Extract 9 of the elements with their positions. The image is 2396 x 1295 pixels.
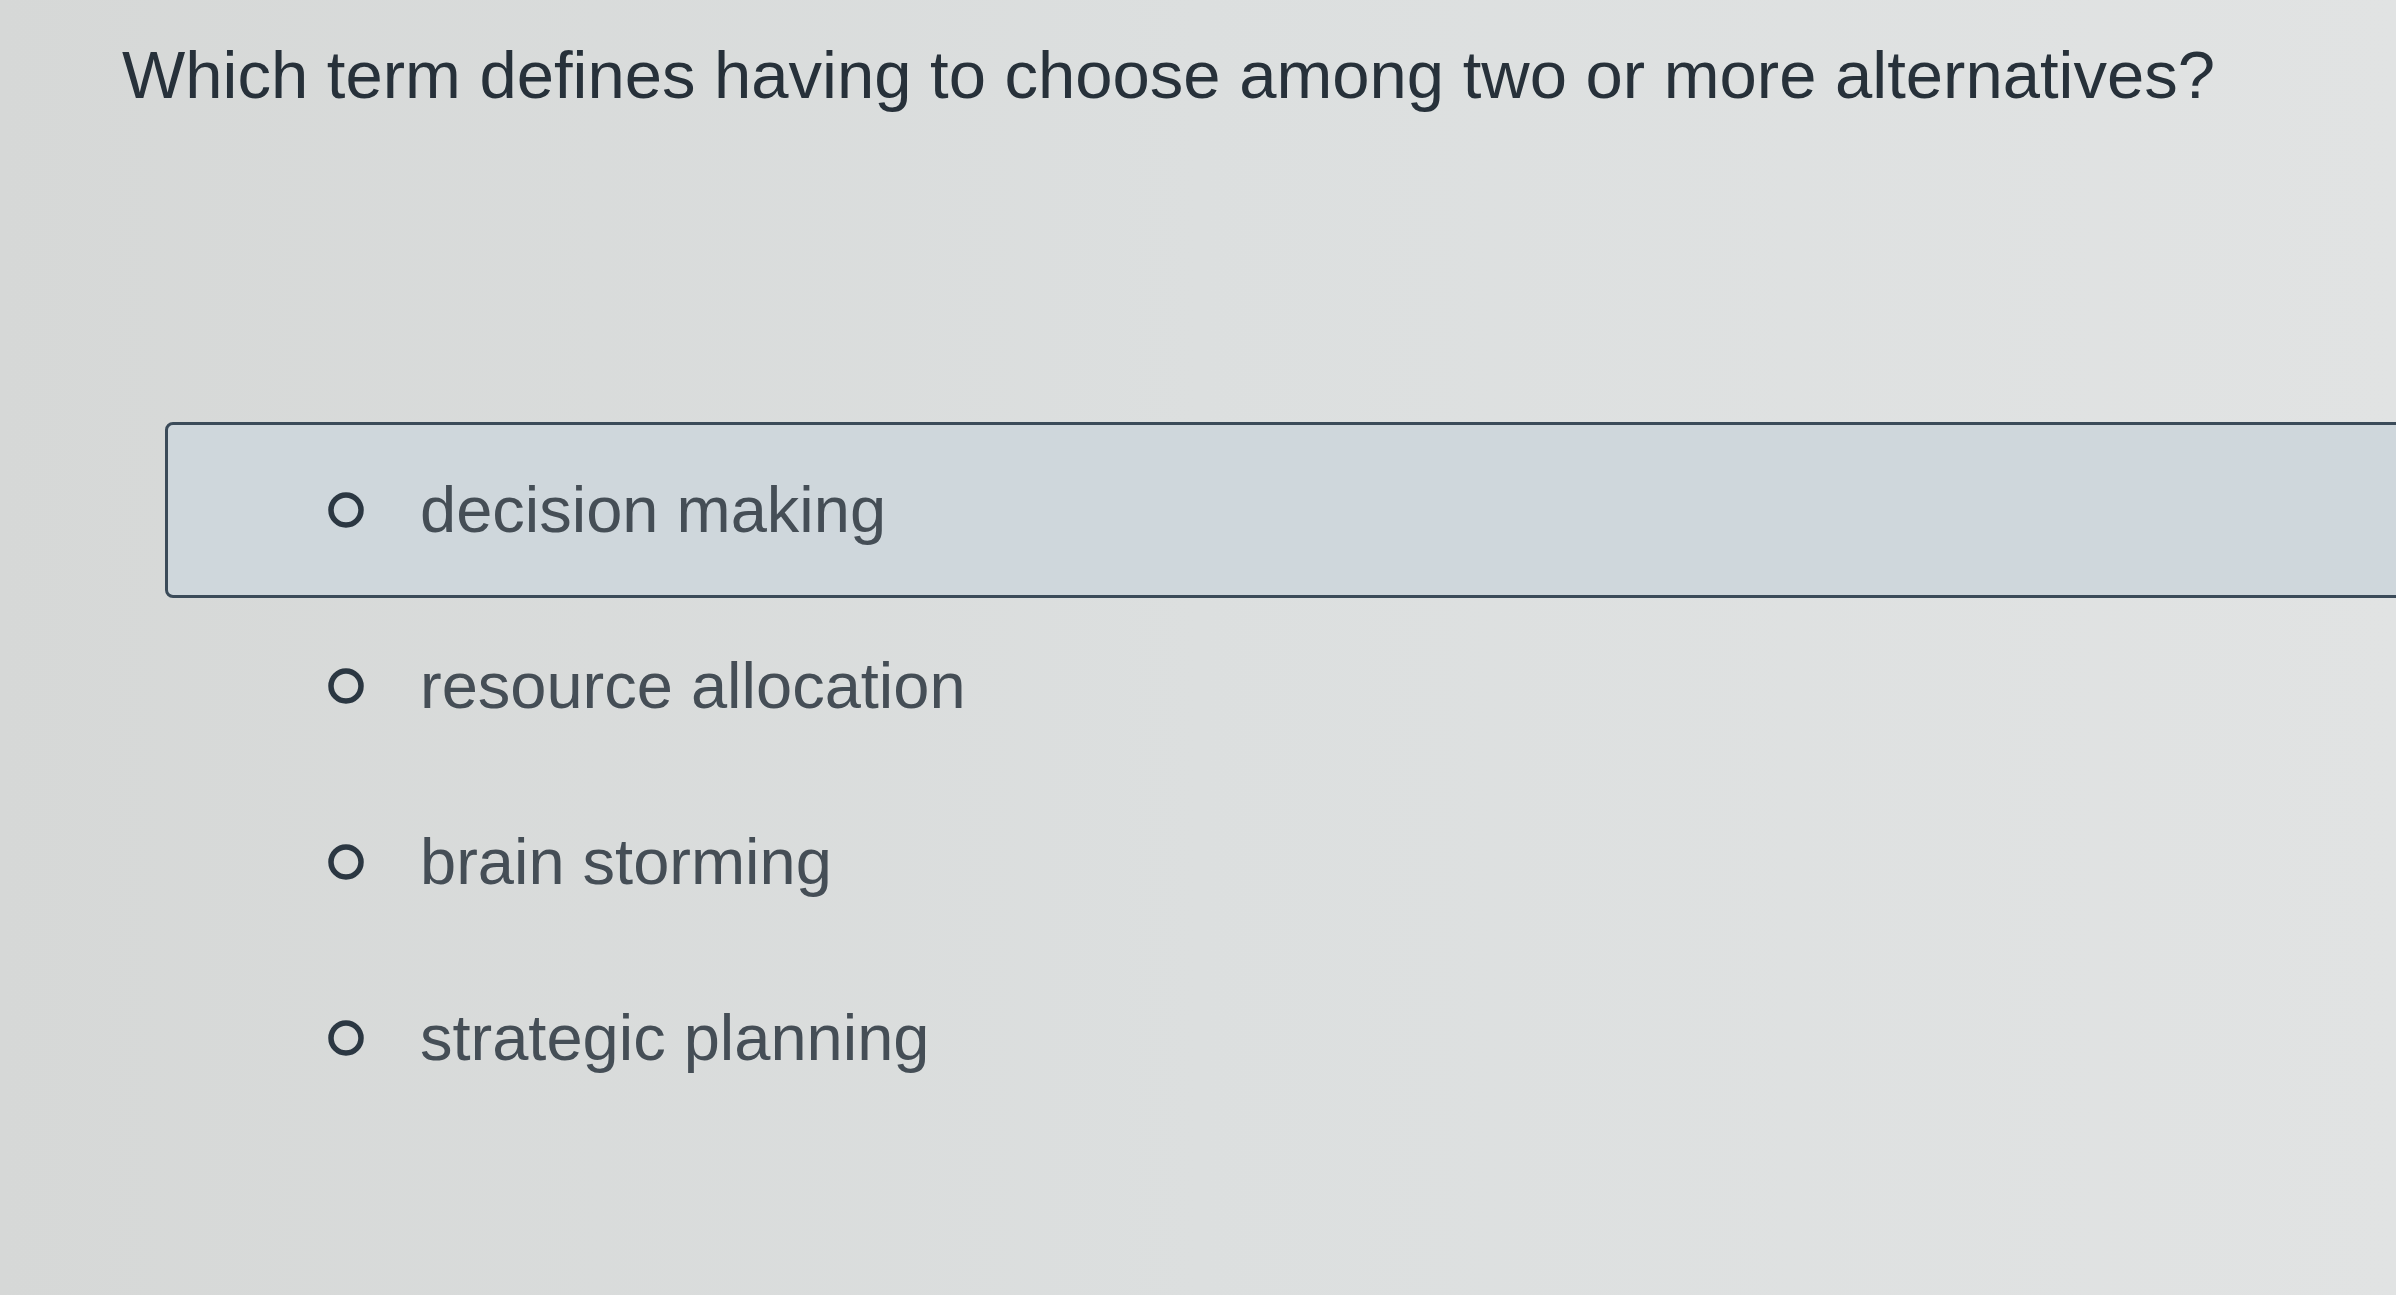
answer-option[interactable]: resource allocation [328,648,966,724]
answer-option[interactable]: strategic planning [328,1000,930,1076]
radio-button[interactable] [328,844,364,880]
question-text: Which term defines having to choose among two or more alternatives? [122,36,2215,114]
radio-button[interactable] [328,668,364,704]
answer-option[interactable]: brain storming [328,824,832,900]
radio-button[interactable] [328,492,364,528]
answer-option[interactable]: decision making [165,422,2396,598]
radio-button[interactable] [328,1020,364,1056]
